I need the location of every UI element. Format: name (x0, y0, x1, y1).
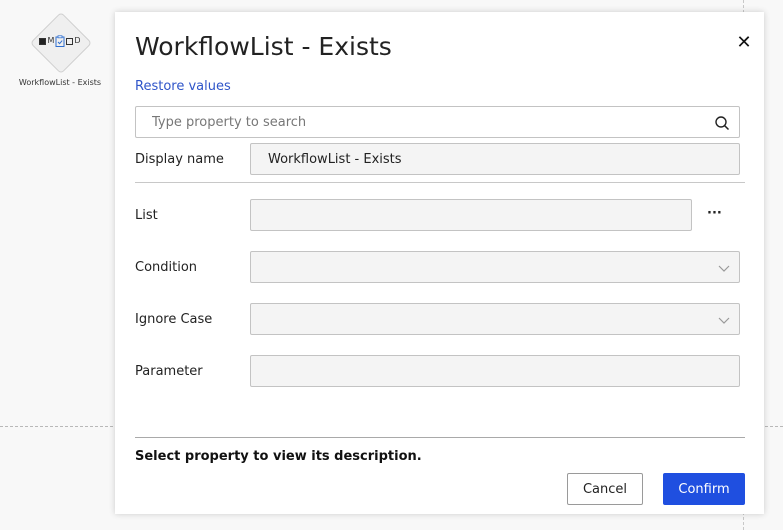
checkbox-empty-icon (66, 37, 74, 45)
confirm-button[interactable]: Confirm (663, 473, 745, 505)
display-name-value: WorkflowList - Exists (268, 152, 402, 167)
list-label: List (135, 208, 158, 223)
ignore-case-label: Ignore Case (135, 312, 213, 327)
cancel-button[interactable]: Cancel (567, 473, 643, 505)
search-icon[interactable] (714, 115, 730, 131)
parameter-label: Parameter (135, 364, 203, 379)
property-search-box[interactable] (135, 106, 740, 138)
property-description: Select property to view its description. (135, 449, 422, 464)
chevron-down-icon (718, 317, 730, 324)
close-icon[interactable]: ✕ (735, 34, 753, 52)
property-search-input[interactable] (136, 107, 706, 137)
list-more-button[interactable]: ··· (707, 206, 722, 221)
node-glyph-m: M (47, 36, 55, 45)
chevron-down-icon (718, 265, 730, 272)
ignore-case-select[interactable] (250, 303, 740, 335)
dialog-title: WorkflowList - Exists (135, 32, 392, 61)
clipboard-check-icon (55, 35, 65, 47)
condition-label: Condition (135, 260, 198, 275)
header-divider (135, 182, 745, 183)
display-name-field[interactable]: WorkflowList - Exists (250, 143, 740, 175)
condition-select[interactable] (250, 251, 740, 283)
list-field[interactable] (250, 199, 692, 231)
workflow-node[interactable]: M D (29, 11, 93, 75)
node-glyph-d: D (74, 36, 81, 45)
checkbox-checked-icon (39, 37, 47, 45)
restore-values-link[interactable]: Restore values (135, 79, 231, 94)
display-name-label: Display name (135, 152, 224, 167)
footer-divider (135, 437, 745, 438)
node-glyphs: M D (31, 35, 89, 47)
node-label: WorkflowList - Exists (18, 78, 102, 87)
properties-dialog: WorkflowList - Exists ✕ Restore values D… (115, 12, 764, 514)
parameter-field[interactable] (250, 355, 740, 387)
